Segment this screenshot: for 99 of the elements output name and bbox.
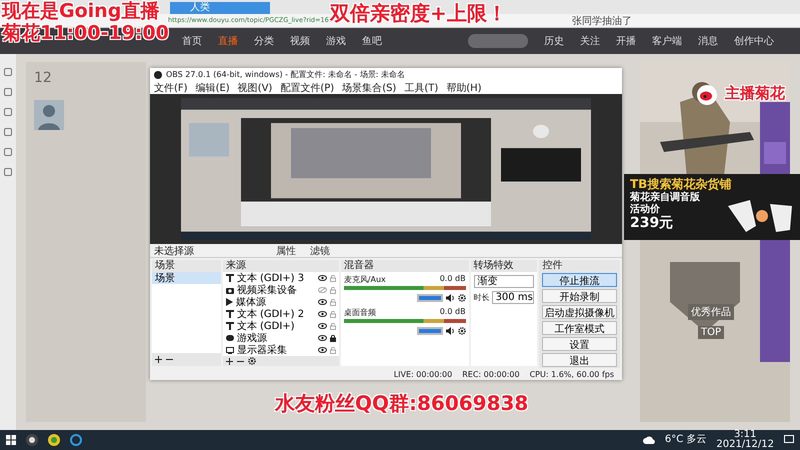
control-button[interactable]: 退出 [542, 353, 617, 367]
promo-label: 优秀作品 [688, 304, 734, 320]
scene-item[interactable]: 场景 [152, 272, 221, 284]
duration-label: 时长 [474, 292, 490, 303]
dock-title: 场景 [154, 260, 176, 272]
app-taskbar-icon[interactable] [48, 434, 60, 446]
count-label: 12 [34, 70, 52, 86]
dock-title: 来源 [224, 260, 247, 272]
weibo-logo-icon [697, 85, 717, 105]
news-ticker: 张同学抽油了 [572, 14, 632, 28]
sidebar-icon[interactable] [4, 128, 12, 136]
menu-item[interactable]: 工具(T) [404, 80, 438, 94]
source-status-label: 未选择源 [154, 244, 194, 258]
monitor-icon [226, 346, 234, 354]
settings-icon[interactable] [458, 327, 466, 335]
source-name[interactable]: 游戏源 [236, 331, 315, 345]
sidebar-icon[interactable] [4, 148, 12, 156]
sidebar-icon[interactable] [4, 168, 12, 176]
sidebar-icon[interactable] [4, 108, 12, 116]
obs-logo-icon [154, 70, 162, 78]
dock-title: 控件 [541, 260, 564, 272]
ad-title: TB搜索菊花杂货铺 [630, 178, 732, 191]
menu-item[interactable]: 帮助(H) [446, 80, 482, 94]
play-icon [226, 298, 233, 306]
remove-icon[interactable] [166, 356, 173, 363]
avatar-icon [34, 100, 64, 130]
source-name[interactable]: 媒体源 [236, 295, 315, 309]
dock-title: 转场特效 [472, 260, 515, 272]
add-icon[interactable] [155, 356, 162, 363]
status-text: LIVE: 00:00:00 [394, 370, 452, 378]
control-button[interactable]: 工作室模式 [542, 321, 617, 335]
nav-link[interactable]: 直播 [218, 34, 238, 48]
channel-name: 桌面音频 [344, 307, 376, 318]
sidebar-icon[interactable] [4, 88, 12, 96]
menu-item[interactable]: 编辑(E) [196, 80, 230, 94]
transition-select[interactable]: 渐变 [474, 275, 534, 288]
sidebar-icon[interactable] [4, 68, 12, 76]
duration-field[interactable]: 300 ms [492, 291, 534, 304]
add-icon[interactable] [226, 358, 233, 364]
overlay-caption: 双倍亲密度+上限！ [330, 3, 507, 24]
text-icon [226, 274, 234, 282]
overlay-caption: 水友粉丝QQ群:86069838 [275, 393, 528, 414]
menu-item[interactable]: 场景集合(S) [342, 80, 396, 94]
source-name[interactable]: 视频采集设备 [236, 283, 315, 297]
source-name[interactable]: 文本 (GDI+) 3 [236, 271, 315, 285]
control-button[interactable]: 开始录制 [542, 289, 617, 303]
weather-label: 6°C 多云 [664, 435, 706, 445]
menu-item[interactable]: 文件(F) [154, 80, 188, 94]
settings-icon[interactable] [248, 357, 256, 365]
source-name[interactable]: 文本 (GDI+) 2 [236, 307, 315, 321]
menu-item[interactable]: 配置文件(P) [280, 80, 334, 94]
toolbar-button[interactable]: 滤镜 [308, 244, 332, 258]
obs-taskbar-icon[interactable] [26, 434, 38, 446]
source-name[interactable]: 文本 (GDI+) [236, 319, 315, 333]
search-field[interactable] [468, 34, 528, 48]
speaker-icon[interactable] [446, 327, 455, 335]
status-text: CPU: 1.6%, 60.00 fps [530, 370, 614, 378]
overlay-caption: 主播菊花 [725, 86, 785, 102]
notification-icon[interactable] [784, 435, 794, 445]
price-text: 239元 [630, 216, 674, 232]
nav-action-link[interactable]: 历史 [544, 34, 564, 48]
nav-action-link[interactable]: 客户端 [652, 34, 682, 48]
volume-slider[interactable] [416, 294, 443, 302]
nav-action-link[interactable]: 创作中心 [734, 34, 774, 48]
source-name[interactable]: 显示器采集 [236, 343, 315, 357]
channel-name: 麦克风/Aux [344, 274, 386, 285]
nav-link[interactable]: 分类 [254, 34, 274, 48]
toolbar-button[interactable]: 属性 [274, 244, 298, 258]
volume-slider[interactable] [416, 327, 443, 335]
control-button[interactable]: 启动虚拟摄像机 [542, 305, 617, 319]
control-button[interactable]: 停止推流 [542, 273, 617, 287]
speaker-icon[interactable] [446, 294, 455, 302]
price-label: 活动价 [630, 204, 661, 216]
dock-title: 混音器 [342, 260, 375, 272]
camera-icon [226, 286, 234, 294]
nav-action-link[interactable]: 消息 [698, 34, 718, 48]
ad-subtitle: 菊花亲自调音版 [630, 192, 701, 204]
nav-action-link[interactable]: 开播 [616, 34, 636, 48]
nav-link[interactable]: 鱼吧 [362, 34, 382, 48]
nav-link[interactable]: 视频 [290, 34, 310, 48]
clock-date: 2021/12/12 [716, 440, 774, 450]
status-text: REC: 00:00:00 [462, 370, 520, 378]
gamepad-icon [226, 335, 234, 341]
start-icon[interactable] [6, 435, 16, 445]
nav-link[interactable]: 首页 [182, 34, 202, 48]
clock-time: 3:11 [734, 430, 756, 440]
settings-icon[interactable] [458, 294, 466, 302]
nav-action-link[interactable]: 关注 [580, 34, 600, 48]
control-button[interactable]: 设置 [542, 337, 617, 351]
browser-taskbar-icon[interactable] [70, 434, 82, 446]
nav-link[interactable]: 游戏 [326, 34, 346, 48]
window-title: OBS 27.0.1 (64-bit, windows) - 配置文件: 未命名 - 场景: 未命名 [166, 69, 406, 80]
top-button[interactable]: TOP [698, 326, 724, 339]
overlay-caption: 菊花11:00-19:00 [2, 24, 169, 44]
cloud-icon [642, 436, 655, 444]
db-reading: 0.0 dB [440, 307, 466, 318]
overlay-caption: 现在是Going直播 [2, 2, 160, 22]
db-reading: 0.0 dB [440, 274, 466, 285]
menu-item[interactable]: 视图(V) [238, 80, 272, 94]
